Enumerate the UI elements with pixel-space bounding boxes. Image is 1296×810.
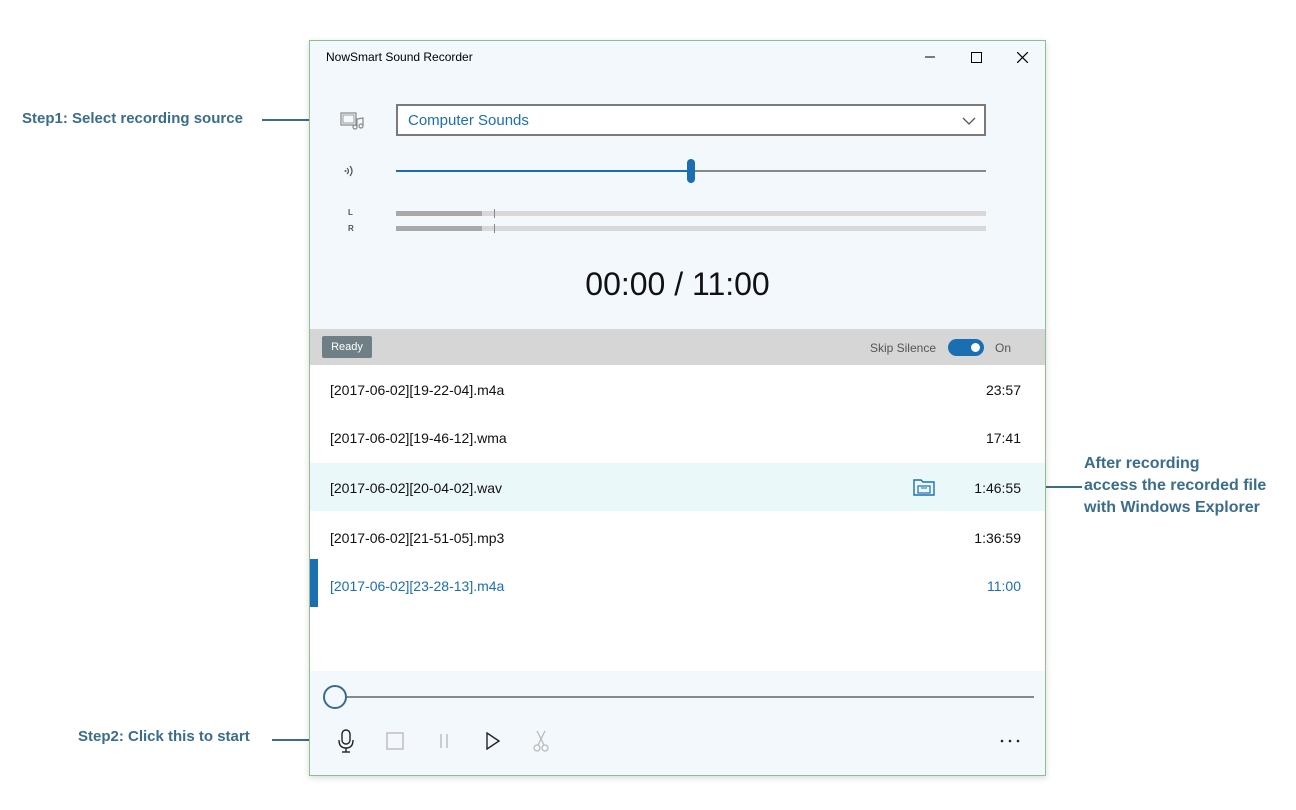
chevron-down-icon bbox=[962, 117, 976, 125]
after-recording-annotation: After recording access the recorded file… bbox=[1084, 453, 1266, 519]
step1-annotation: Step1: Select recording source bbox=[22, 110, 243, 127]
play-icon bbox=[486, 732, 501, 750]
step2-annotation: Step2: Click this to start bbox=[78, 728, 250, 745]
list-item[interactable]: [2017-06-02][19-22-04].m4a 23:57 bbox=[310, 365, 1045, 413]
music-source-icon bbox=[340, 112, 364, 130]
maximize-button[interactable] bbox=[953, 41, 999, 73]
right-channel-label: R bbox=[348, 224, 354, 233]
file-name: [2017-06-02][21-51-05].mp3 bbox=[330, 530, 505, 546]
pause-button[interactable] bbox=[430, 727, 458, 755]
left-channel-level bbox=[396, 211, 482, 216]
file-duration: 1:36:59 bbox=[974, 530, 1021, 546]
maximize-icon bbox=[970, 51, 982, 63]
recordings-list: [2017-06-02][19-22-04].m4a 23:57 [2017-0… bbox=[310, 365, 1045, 671]
volume-slider[interactable] bbox=[396, 159, 986, 183]
file-name: [2017-06-02][19-22-04].m4a bbox=[330, 382, 505, 398]
file-name: [2017-06-02][19-46-12].wma bbox=[330, 430, 507, 446]
toggle-knob bbox=[971, 343, 980, 352]
file-duration: 23:57 bbox=[985, 382, 1021, 398]
right-channel-meter bbox=[396, 224, 986, 233]
selection-indicator bbox=[310, 559, 318, 607]
recording-timer: 00:00 / 11:00 bbox=[585, 266, 770, 302]
playback-seek-slider[interactable] bbox=[323, 685, 1034, 709]
skip-silence-label: Skip Silence bbox=[869, 341, 936, 355]
after-recording-line1: After recording bbox=[1084, 455, 1200, 472]
stop-icon bbox=[386, 732, 404, 750]
recording-source-dropdown[interactable]: Computer Sounds bbox=[396, 104, 986, 136]
left-channel-label: L bbox=[348, 208, 353, 217]
file-duration: 17:41 bbox=[985, 430, 1021, 446]
scissors-icon bbox=[533, 730, 549, 752]
right-channel-level bbox=[396, 226, 482, 231]
minimize-icon bbox=[925, 56, 935, 58]
pause-icon bbox=[440, 734, 448, 748]
more-options-button[interactable] bbox=[996, 727, 1024, 755]
file-duration: 1:46:55 bbox=[974, 480, 1021, 496]
open-in-explorer-icon[interactable] bbox=[913, 477, 935, 497]
stop-button[interactable] bbox=[381, 727, 409, 755]
app-window: NowSmart Sound Recorder Computer Sounds … bbox=[309, 40, 1046, 776]
trim-button[interactable] bbox=[527, 727, 555, 755]
volume-slider-thumb[interactable] bbox=[687, 159, 695, 183]
window-title: NowSmart Sound Recorder bbox=[326, 50, 473, 64]
record-button[interactable] bbox=[332, 727, 360, 755]
status-bar: Ready Skip Silence On bbox=[310, 329, 1045, 365]
list-item-selected[interactable]: [2017-06-02][23-28-13].m4a 11:00 bbox=[310, 559, 1045, 609]
file-name: [2017-06-02][23-28-13].m4a bbox=[330, 578, 505, 594]
microphone-icon bbox=[338, 729, 354, 753]
volume-slider-fill bbox=[396, 170, 691, 172]
title-bar: NowSmart Sound Recorder bbox=[310, 41, 1045, 73]
list-item[interactable]: [2017-06-02][20-04-02].wav 1:46:55 bbox=[310, 463, 1045, 511]
minimize-button[interactable] bbox=[907, 41, 953, 73]
skip-silence-state: On bbox=[994, 341, 1011, 355]
left-channel-meter bbox=[396, 209, 986, 218]
after-recording-line2: access the recorded file bbox=[1084, 477, 1267, 494]
file-duration: 11:00 bbox=[987, 578, 1021, 594]
right-channel-peak bbox=[493, 224, 495, 233]
list-item[interactable]: [2017-06-02][21-51-05].mp3 1:36:59 bbox=[310, 513, 1045, 561]
ellipsis-icon bbox=[1000, 739, 1020, 743]
seek-slider-thumb[interactable] bbox=[323, 685, 347, 709]
close-icon bbox=[1016, 51, 1028, 63]
speaker-icon bbox=[344, 165, 353, 177]
file-name: [2017-06-02][20-04-02].wav bbox=[330, 480, 502, 496]
play-button[interactable] bbox=[479, 727, 507, 755]
after-recording-line3: with Windows Explorer bbox=[1084, 499, 1260, 516]
list-item[interactable]: [2017-06-02][19-46-12].wma 17:41 bbox=[310, 413, 1045, 461]
left-channel-peak bbox=[493, 209, 495, 218]
close-button[interactable] bbox=[999, 41, 1045, 73]
recording-source-value: Computer Sounds bbox=[408, 112, 529, 129]
skip-silence-toggle[interactable] bbox=[948, 339, 984, 356]
status-badge: Ready bbox=[322, 336, 372, 358]
